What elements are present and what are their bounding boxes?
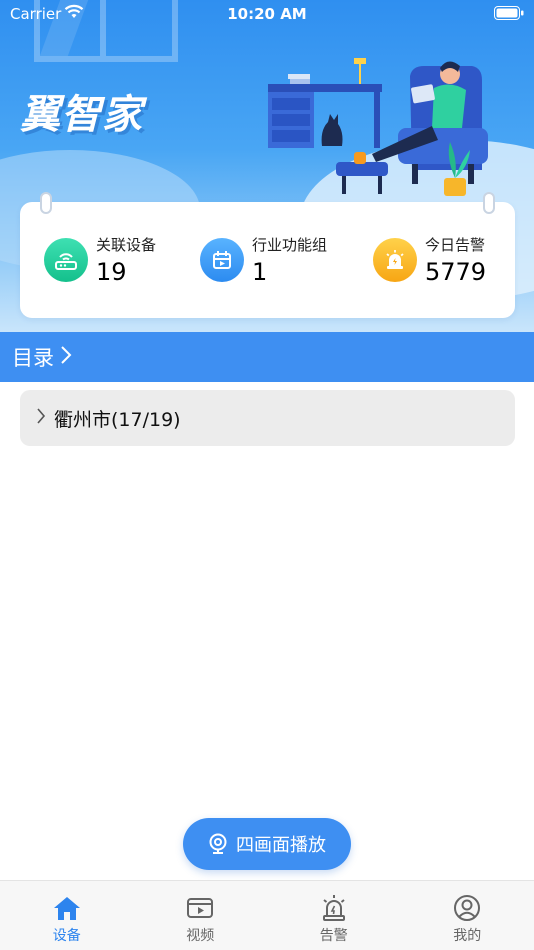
alarm-light-icon — [373, 238, 417, 282]
clock: 10:20 AM — [227, 5, 307, 23]
webcam-icon — [208, 833, 228, 855]
tree-node-label: 衢州市(17/19) — [54, 408, 181, 431]
quad-play-button[interactable]: 四画面播放 — [183, 818, 351, 870]
tab-alarms[interactable]: 告警 — [267, 881, 401, 950]
header-banner: Carrier 10:20 AM 翼智家 关联设备 19 行业功能组 1 今日告… — [0, 0, 534, 332]
tab-devices[interactable]: 设备 — [0, 881, 134, 950]
tree-node-row[interactable]: 衢州市(17/19) — [20, 390, 515, 446]
tab-profile[interactable]: 我的 — [401, 881, 534, 950]
stat-value: 5779 — [425, 258, 487, 286]
card-binder-ring — [40, 192, 52, 214]
chevron-right-icon — [60, 345, 72, 370]
quad-play-label: 四画面播放 — [236, 835, 326, 856]
tab-label: 设备 — [52, 928, 81, 944]
alarm-icon — [320, 893, 348, 923]
card-binder-ring — [483, 192, 495, 214]
catalog-label: 目录 — [12, 346, 54, 370]
stat-label: 今日告警 — [425, 236, 486, 254]
tab-video[interactable]: 视频 — [134, 881, 268, 950]
app-brand-title: 翼智家 — [20, 92, 143, 138]
stat-label: 行业功能组 — [252, 236, 328, 254]
battery-icon — [494, 6, 524, 24]
stat-value: 19 — [96, 258, 127, 286]
stat-label: 关联设备 — [96, 236, 157, 254]
profile-icon — [453, 893, 481, 923]
stats-card: 关联设备 19 行业功能组 1 今日告警 5779 — [20, 192, 515, 318]
calendar-icon — [200, 238, 244, 282]
stat-value: 1 — [252, 258, 268, 286]
status-bar: Carrier 10:20 AM — [0, 0, 534, 28]
header-illustration — [268, 58, 488, 196]
catalog-header[interactable]: 目录 — [0, 332, 534, 382]
tab-label: 视频 — [186, 928, 215, 944]
bottom-tab-bar: 设备 视频 告警 我的 — [0, 880, 534, 950]
home-icon — [53, 893, 81, 923]
video-icon — [186, 893, 214, 923]
chevron-right-icon — [36, 407, 46, 430]
tab-label: 我的 — [453, 928, 482, 944]
router-icon — [44, 238, 88, 282]
tab-label: 告警 — [319, 928, 348, 944]
